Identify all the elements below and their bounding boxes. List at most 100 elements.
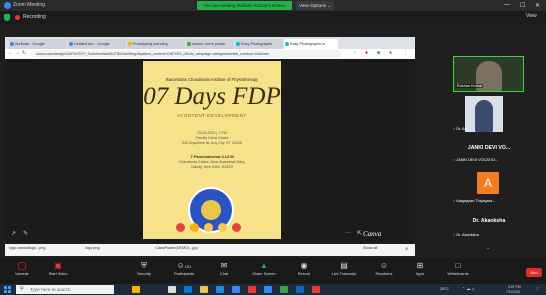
smile-icon: ☺ (379, 261, 389, 270)
poster-subtitle: eCONTENT DEVELOPMENT (177, 113, 247, 118)
weather-widget-icon[interactable] (132, 286, 140, 293)
edge-browser-icon[interactable] (184, 286, 192, 293)
download-bar: logo-rasmidlogo...png logo.png ClassPost… (5, 244, 415, 256)
whiteboard-icon: □ (455, 261, 461, 270)
more-icon[interactable]: ··· (345, 230, 351, 236)
task-view-icon[interactable] (168, 286, 176, 293)
extension-icon[interactable]: ● (389, 50, 392, 56)
close-icon[interactable]: ✕ (535, 2, 540, 9)
browser-address-bar: ← → ↻ canva.com/design/DAFXKSOY_Sxk/view… (5, 49, 415, 59)
zoom-toolbar: ◯ Unmute ▣ Start Video ⛨ Security ☺101 Parti… (0, 258, 546, 284)
poster-date: 25.03.2021 | 7 PM (197, 131, 227, 135)
chrome-icon[interactable] (232, 286, 240, 293)
apps-button[interactable]: ⊞ Apps (400, 260, 440, 282)
fullscreen-icon[interactable]: ⇱ (357, 230, 362, 237)
browser-tab[interactable]: Prototyping planning (127, 39, 185, 49)
security-shield-icon[interactable] (4, 14, 10, 21)
zoom-app-icon[interactable] (264, 286, 272, 293)
shield-icon: ⛨ (141, 261, 147, 270)
view-button[interactable]: View (526, 13, 537, 19)
extension-icon[interactable]: ● (365, 50, 368, 56)
cc-icon: ▤ (340, 261, 348, 270)
end-meeting-button[interactable]: End (526, 268, 542, 277)
close-download-bar-icon[interactable]: ✕ (405, 246, 408, 251)
app-icon[interactable] (280, 286, 288, 293)
participant-avatar: A (477, 172, 499, 194)
browser-tab[interactable]: Untitled doc - Google (68, 39, 126, 49)
browser-tab[interactable]: search event poster (186, 39, 234, 49)
windows-taskbar: ⚲ Type here to search 28°C ⌃ ☁ ♫ 3:07 PM … (0, 284, 546, 295)
word-icon[interactable] (296, 286, 304, 293)
participants-button[interactable]: ☺101 Participants (164, 260, 204, 282)
participant-name: ● JANKI DEVI VOCATIO... (453, 158, 499, 162)
poster-institute: Banarsidas Chandiwala Institute of Physi… (165, 77, 259, 82)
edit-pencil-icon[interactable]: ✎ (23, 230, 28, 237)
tab-favicon-icon (187, 42, 191, 46)
unmute-button[interactable]: ◯ Unmute (2, 260, 42, 282)
clock-time[interactable]: 3:07 PM (508, 285, 521, 289)
canva-logo: Canva (363, 230, 382, 238)
tray-icons[interactable]: ⌃ ☁ ♫ (462, 286, 475, 291)
zoom-title-bar: Zoom Meeting You are viewing Roshan Kuma… (0, 0, 546, 11)
participant-name: ● Alagappan Thiyagara... (453, 199, 496, 203)
participant-video-tile[interactable]: Roshan Kumar (453, 56, 524, 92)
whiteboards-button[interactable]: □ Whiteboards (438, 260, 478, 282)
browser-menu-icon[interactable]: ⋮ (403, 50, 408, 56)
download-item[interactable]: ClassPoster(DEMO)...jpg (155, 246, 198, 250)
extension-icon[interactable]: ■ (377, 50, 380, 56)
windows-start-icon[interactable] (4, 286, 11, 293)
chat-button[interactable]: ✉ Chat (204, 260, 244, 282)
event-poster: Banarsidas Chandiwala Institute of Physi… (143, 61, 281, 239)
share-icon[interactable]: ↗ (11, 230, 16, 237)
store-icon[interactable] (216, 286, 224, 293)
minimize-icon[interactable]: — (504, 2, 510, 8)
participant-name: Roshan Kumar (456, 84, 484, 88)
app-icon[interactable] (312, 286, 320, 293)
share-screen-icon: ▲ (260, 261, 268, 270)
recording-dot-icon (15, 15, 20, 20)
viewing-share-banner: You are viewing Roshan Kumar's screen (197, 1, 292, 10)
live-transcript-button[interactable]: ▤ Live Transcript (324, 260, 364, 282)
download-item[interactable]: logo.png (85, 246, 100, 250)
participant-video-tile[interactable] (465, 96, 503, 132)
browser-tab[interactable]: Easy Photographs (235, 39, 283, 49)
poster-venue-2: BDI Anywhere At, Any City, ST 12345 (182, 141, 242, 145)
back-arrow-icon[interactable]: ← (8, 50, 13, 56)
recording-bar: Recording View (0, 11, 546, 24)
browser-tab[interactable]: Scribrati - Google (9, 39, 67, 49)
security-button[interactable]: ⛨ Security (124, 260, 164, 282)
video-off-icon: ▣ (54, 261, 62, 270)
chevron-down-icon[interactable]: ⌄ (486, 245, 490, 251)
viewer-toolbar: ↗ ✎ ··· ⇱ Canva (5, 226, 415, 242)
participant-video (475, 100, 493, 132)
poster-venue-1: Faculty Great Chairs (195, 136, 229, 140)
start-video-button[interactable]: ▣ Start Video (38, 260, 78, 282)
url-field[interactable]: canva.com/design/DAFXKSOY_Sxk/view#wkMbJ… (31, 50, 341, 58)
people-icon: ☺101 (176, 261, 192, 270)
view-options-button[interactable]: View Options ⌄ (296, 1, 334, 10)
app-icon[interactable] (248, 286, 256, 293)
window-title: Zoom Meeting (13, 2, 45, 8)
forward-arrow-icon[interactable]: → (15, 50, 20, 56)
temperature[interactable]: 28°C (440, 286, 449, 291)
poster-trainer: 7 Parachatronia 4.14 M (190, 154, 234, 159)
taskbar-search-box[interactable]: ⚲ Type here to search (16, 285, 114, 294)
reactions-button[interactable]: ☺ Reactions (364, 260, 404, 282)
extensions-icon[interactable]: ○ (353, 50, 356, 56)
maximize-icon[interactable]: ☐ (520, 2, 525, 9)
download-item[interactable]: logo-rasmidlogo...png (9, 246, 46, 250)
file-explorer-icon[interactable] (200, 286, 208, 293)
browser-tab-active[interactable]: Easy Photographs in (284, 39, 338, 49)
tab-favicon-icon (128, 42, 132, 46)
reload-icon[interactable]: ↻ (22, 50, 26, 56)
poster-address-2: Kalkaji, New Delhi 110019 (191, 165, 233, 169)
apps-icon: ⊞ (416, 261, 424, 270)
clock-date[interactable]: 7/21/2023 (506, 290, 520, 294)
browser-tab-strip: Scribrati - Google Untitled doc - Google… (5, 37, 415, 49)
show-all-button[interactable]: Show all (363, 246, 377, 250)
tab-favicon-icon (285, 42, 289, 46)
share-screen-button[interactable]: ▲ Share Screen (244, 260, 284, 282)
participant-tile-title: Dr. Akanksha (472, 218, 506, 224)
notification-icon[interactable]: □ (536, 286, 538, 291)
record-button[interactable]: ◉ Record (284, 260, 324, 282)
